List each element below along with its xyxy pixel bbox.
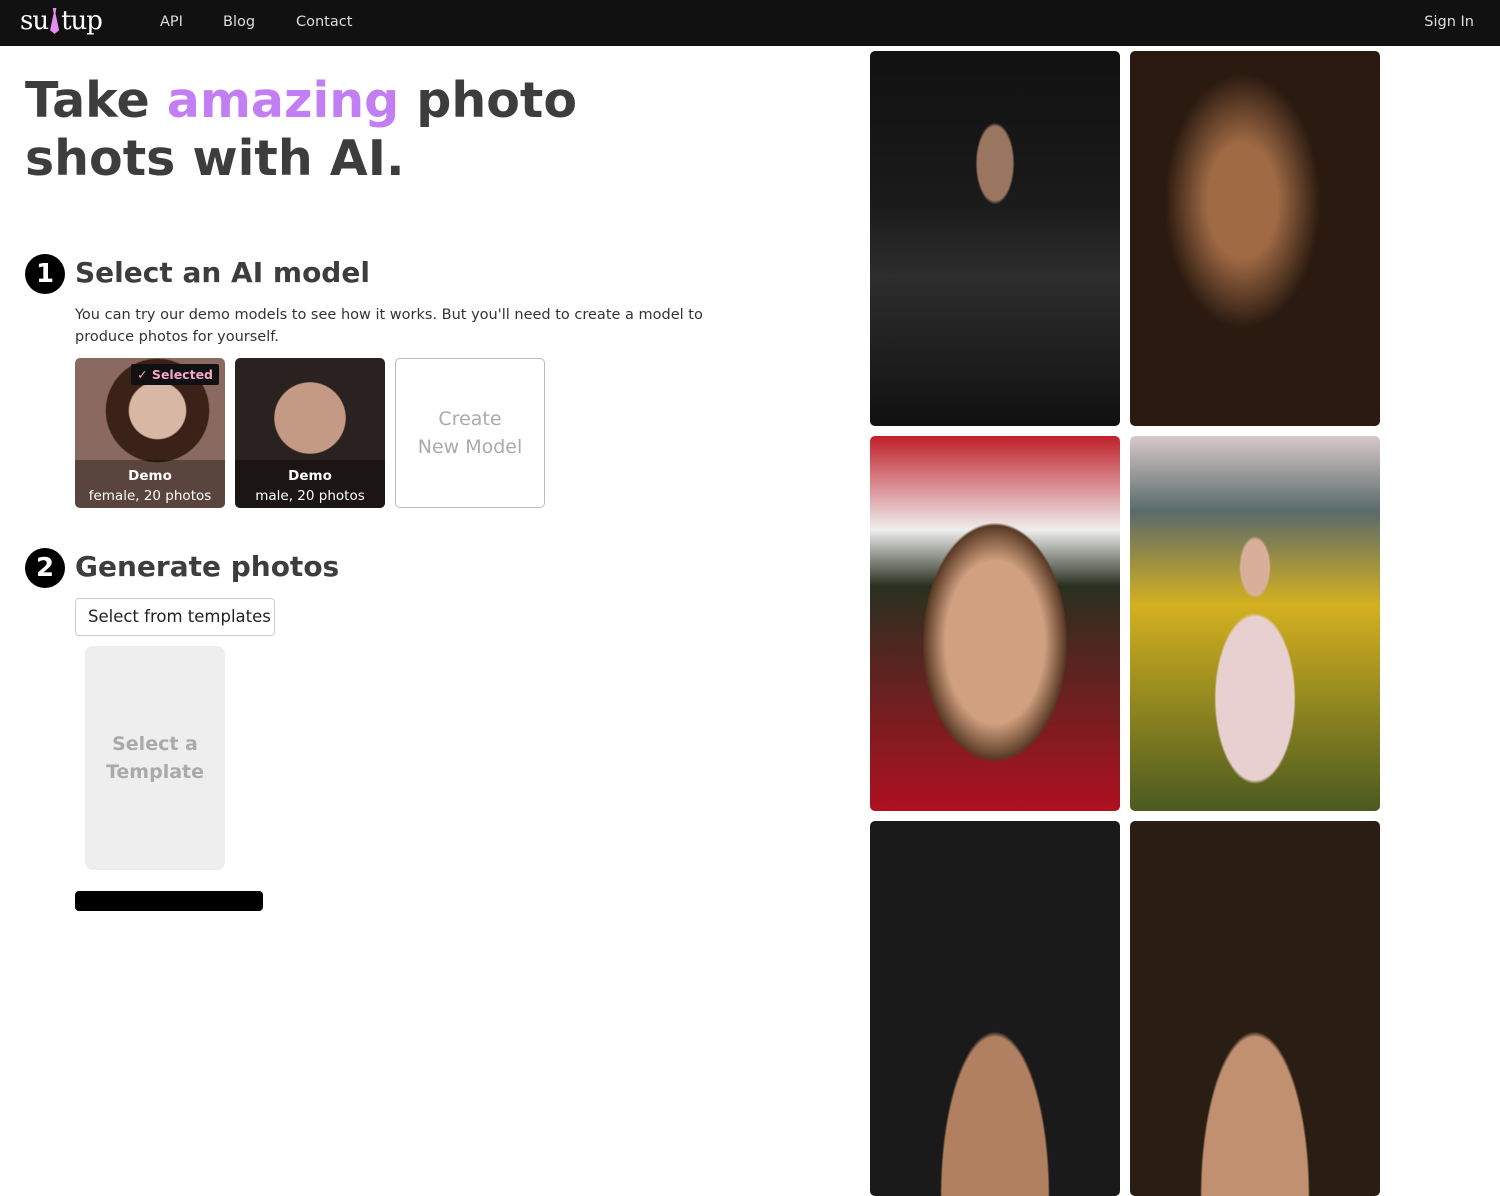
- step-1-number: 1: [25, 254, 65, 294]
- gallery-photo-cowboy: [1130, 51, 1380, 426]
- step-2-title: Generate photos: [75, 550, 340, 583]
- gallery-photo-suit: [870, 51, 1120, 426]
- model-name: Demo: [128, 468, 172, 484]
- model-card-demo-male[interactable]: Demo male, 20 photos: [235, 358, 385, 508]
- nav-contact[interactable]: Contact: [296, 14, 352, 30]
- template-placeholder-label: Select a Template: [105, 733, 205, 783]
- hero-title: Take amazing photo shots with AI.: [25, 72, 577, 187]
- gallery-photo-santa: [870, 436, 1120, 811]
- step-1-title: Select an AI model: [75, 256, 370, 289]
- step-2-number: 2: [25, 548, 65, 588]
- model-detail: female, 20 photos: [88, 488, 212, 504]
- model-card-demo-female[interactable]: ✓ Selected Demo female, 20 photos: [75, 358, 225, 508]
- template-select[interactable]: Select from templates: [75, 598, 275, 636]
- nav-blog[interactable]: Blog: [223, 14, 255, 30]
- template-placeholder[interactable]: Select a Template: [85, 646, 225, 870]
- create-new-model-button[interactable]: Create New Model: [395, 358, 545, 508]
- create-label: Create New Model: [417, 408, 523, 458]
- gallery-photo-flower-field: [1130, 436, 1380, 811]
- model-detail: male, 20 photos: [255, 488, 365, 504]
- selected-badge: ✓ Selected: [131, 364, 219, 385]
- gallery-photo-woman-2: [1130, 821, 1380, 1196]
- tie-icon: [50, 8, 60, 34]
- nav-api[interactable]: API: [160, 14, 183, 30]
- gallery-photo-woman-1: [870, 821, 1120, 1196]
- top-nav: su tup API Blog Contact Sign In: [0, 0, 1500, 46]
- logo[interactable]: su tup: [20, 6, 103, 36]
- model-name: Demo: [288, 468, 332, 484]
- generate-button[interactable]: [75, 891, 263, 911]
- step-1-description: You can try our demo models to see how i…: [75, 307, 703, 345]
- sign-in-link[interactable]: Sign In: [1424, 14, 1474, 30]
